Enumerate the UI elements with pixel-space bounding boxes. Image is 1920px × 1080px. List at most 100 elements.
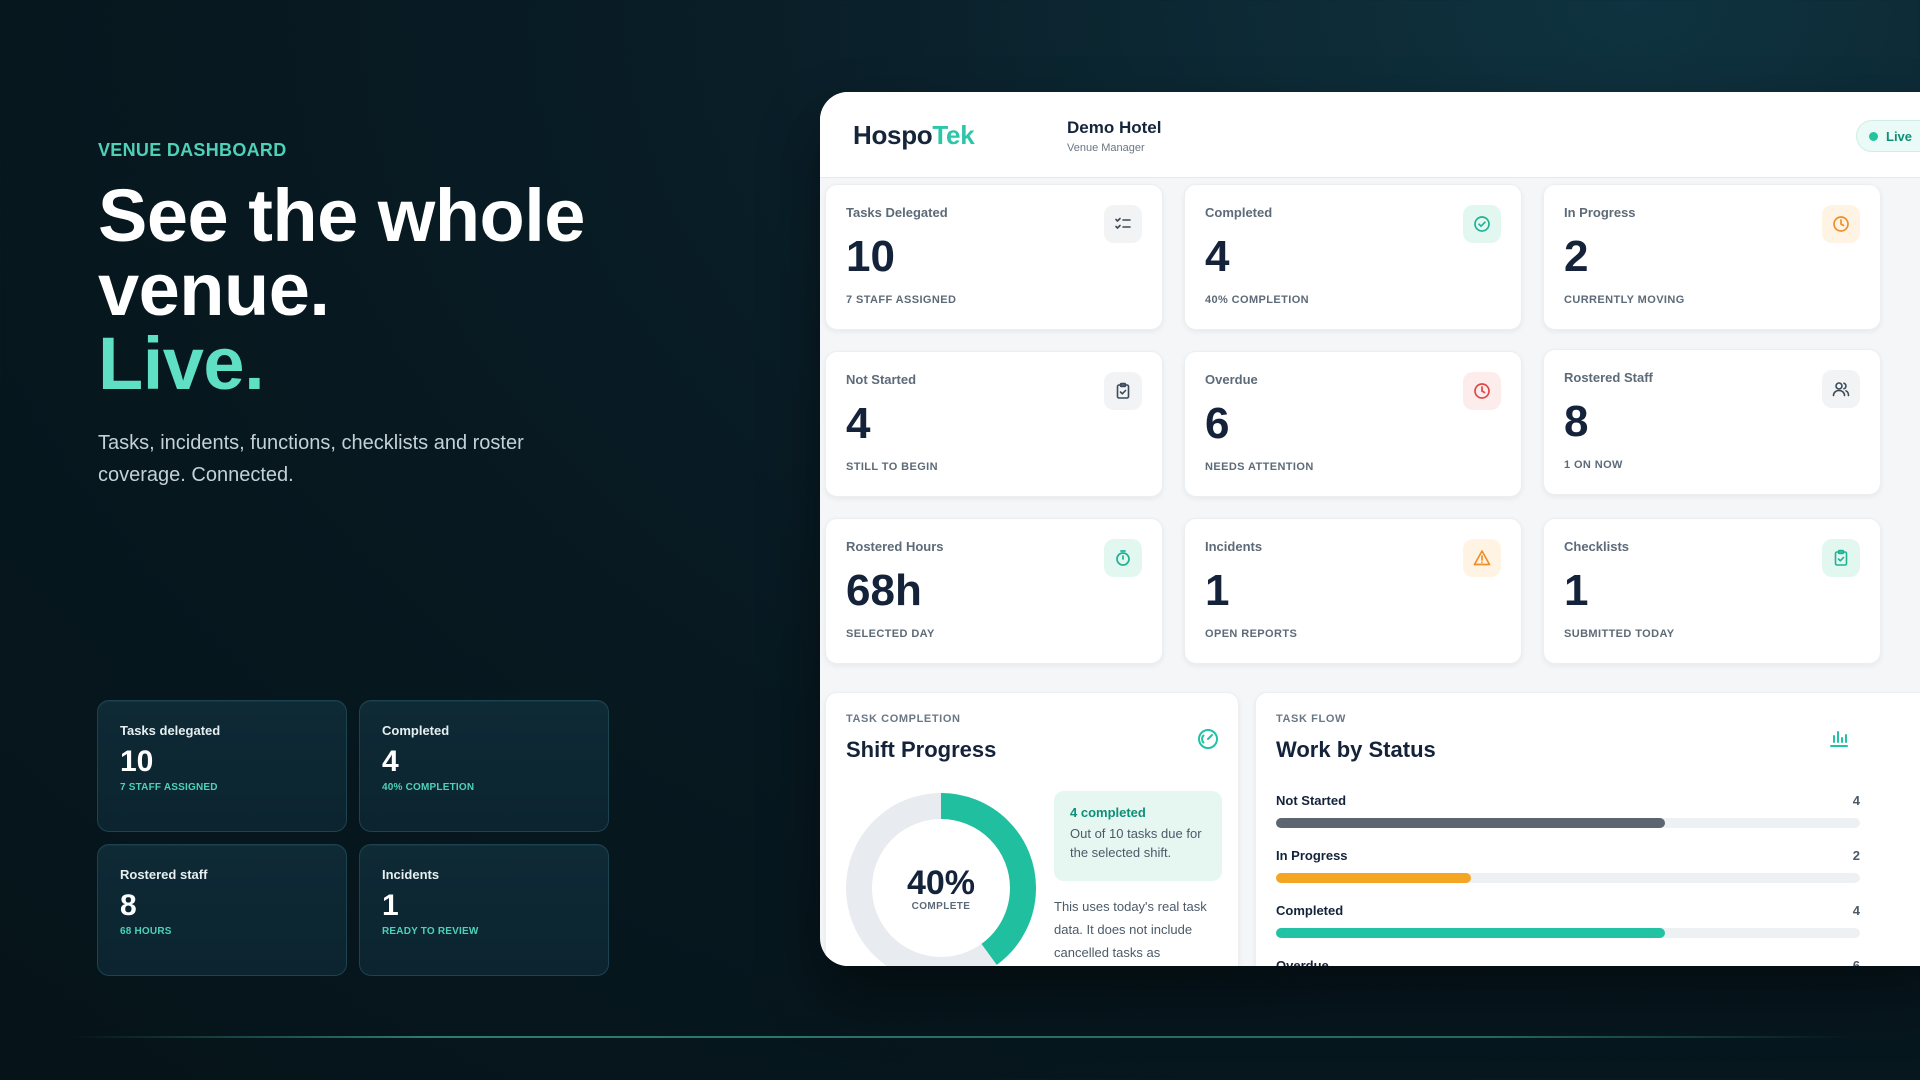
logo-text-hospo: Hospo (853, 120, 933, 150)
status-track (1276, 818, 1860, 828)
status-label: Completed (1276, 903, 1344, 918)
stat-sub: NEEDS ATTENTION (1205, 461, 1314, 473)
mini-card-sub: 7 STAFF ASSIGNED (120, 782, 218, 793)
stat-value: 6 (1205, 399, 1230, 448)
status-bar-fill (1276, 928, 1666, 938)
stat-card-completed[interactable]: Completed 4 40% COMPLETION (1184, 184, 1522, 330)
check-circle-icon (1463, 205, 1501, 243)
stat-sub: CURRENTLY MOVING (1564, 294, 1685, 306)
users-icon (1822, 370, 1860, 408)
mini-card-incidents: Incidents 1 READY TO REVIEW (359, 844, 609, 976)
hero-eyebrow: VENUE DASHBOARD (98, 140, 287, 160)
mini-card-value: 4 (382, 745, 399, 778)
venue-selector[interactable]: Demo Hotel Venue Manager (1067, 118, 1161, 154)
hero: VENUE DASHBOARD See the whole venue. Liv… (98, 140, 658, 491)
stat-value: 8 (1564, 397, 1589, 446)
stat-card-tasks-delegated[interactable]: Tasks Delegated 10 7 STAFF ASSIGNED (825, 184, 1163, 330)
stat-card-checklists[interactable]: Checklists 1 SUBMITTED TODAY (1543, 518, 1881, 664)
card-title: Work by Status (1276, 737, 1436, 762)
mini-stat-grid: Tasks delegated 10 7 STAFF ASSIGNED Comp… (97, 700, 609, 976)
stat-sub: OPEN REPORTS (1205, 628, 1298, 640)
stat-value: 4 (846, 399, 871, 448)
status-row-in-progress[interactable]: In Progress 2 (1276, 848, 1860, 883)
stat-value: 4 (1205, 232, 1230, 281)
status-label: Not Started (1276, 793, 1347, 808)
stat-value: 68h (846, 566, 922, 615)
mini-card-tasks-delegated: Tasks delegated 10 7 STAFF ASSIGNED (97, 700, 347, 832)
headline-accent: Live. (98, 322, 265, 405)
completed-callout: 4 completed Out of 10 tasks due for the … (1054, 791, 1222, 881)
stat-sub: SELECTED DAY (846, 628, 935, 640)
status-track (1276, 873, 1860, 883)
stat-value: 1 (1205, 566, 1230, 615)
status-bar-fill (1276, 873, 1471, 883)
gauge-icon (1196, 727, 1220, 756)
live-label: Live (1886, 128, 1913, 144)
donut-percent: 40% (906, 863, 976, 902)
stat-sub: SUBMITTED TODAY (1564, 628, 1675, 640)
mini-card-value: 10 (120, 745, 154, 778)
hero-subtext: Tasks, incidents, functions, checklists … (98, 432, 524, 486)
status-count: 6 (1852, 958, 1860, 966)
stat-sub: STILL TO BEGIN (846, 461, 938, 473)
shift-note: This uses today's real task data. It doe… (1054, 899, 1207, 960)
hospotek-logo[interactable]: HospoTek (853, 120, 975, 151)
stat-value: 2 (1564, 232, 1589, 281)
work-by-status-card[interactable]: TASK FLOW Work by Status Not Started 4 I… (1255, 692, 1920, 966)
stat-card-overdue[interactable]: Overdue 6 NEEDS ATTENTION (1184, 351, 1522, 497)
stat-label: Checklists (1564, 539, 1630, 554)
status-track (1276, 928, 1860, 938)
stat-sub: 7 STAFF ASSIGNED (846, 294, 957, 306)
donut-center: 40% COMPLETE (846, 793, 1036, 966)
stat-label: Rostered Staff (1564, 370, 1653, 385)
stat-card-rostered-staff[interactable]: Rostered Staff 8 1 ON NOW (1543, 349, 1881, 495)
stat-value: 10 (846, 232, 895, 281)
bar-chart-icon (1828, 727, 1850, 754)
stat-label: Incidents (1205, 539, 1263, 554)
alarm-icon (1463, 372, 1501, 410)
stat-label: Rostered Hours (846, 539, 944, 554)
warning-icon (1463, 539, 1501, 577)
mini-card-value: 1 (382, 889, 399, 922)
bottom-divider (72, 1036, 1852, 1038)
clock-icon (1822, 205, 1860, 243)
stat-card-rostered-hours[interactable]: Rostered Hours 68h SELECTED DAY (825, 518, 1163, 664)
mini-card-label: Tasks delegated (120, 723, 221, 738)
stat-label: Completed (1205, 205, 1273, 220)
mini-card-sub: READY TO REVIEW (382, 926, 479, 937)
mini-card-sub: 40% COMPLETION (382, 782, 475, 793)
callout-title: 4 completed (1070, 805, 1146, 820)
stat-label: Overdue (1205, 372, 1258, 387)
stat-sub: 1 ON NOW (1564, 459, 1623, 471)
clipboard-icon (1104, 372, 1142, 410)
status-count: 4 (1852, 793, 1860, 808)
status-row-not-started[interactable]: Not Started 4 (1276, 793, 1860, 828)
stat-label: In Progress (1564, 205, 1636, 220)
stopwatch-icon (1104, 539, 1142, 577)
status-count: 4 (1852, 903, 1860, 918)
status-row-overdue[interactable]: Overdue 6 (1276, 958, 1860, 966)
stat-label: Not Started (846, 372, 917, 387)
shift-progress-card[interactable]: TASK COMPLETION Shift Progress 40% COMPL… (825, 692, 1239, 966)
live-status-badge[interactable]: Live (1856, 120, 1920, 152)
card-eyebrow: TASK COMPLETION (846, 713, 961, 725)
card-title: Shift Progress (846, 737, 997, 762)
stat-card-not-started[interactable]: Not Started 4 STILL TO BEGIN (825, 351, 1163, 497)
clipboard-check-icon (1822, 539, 1860, 577)
status-row-completed[interactable]: Completed 4 (1276, 903, 1860, 938)
mini-card-label: Incidents (382, 867, 440, 882)
hero-headline: See the whole venue. Live. (98, 179, 658, 401)
stat-card-in-progress[interactable]: In Progress 2 CURRENTLY MOVING (1543, 184, 1881, 330)
mini-card-label: Completed (382, 723, 450, 738)
stat-card-incidents[interactable]: Incidents 1 OPEN REPORTS (1184, 518, 1522, 664)
stat-value: 1 (1564, 566, 1589, 615)
mini-card-label: Rostered staff (120, 867, 208, 882)
venue-role: Venue Manager (1067, 142, 1145, 154)
headline-line-1: See the whole (98, 174, 585, 257)
venue-name: Demo Hotel (1067, 118, 1162, 137)
live-dot-icon (1869, 131, 1878, 141)
stat-sub: 40% COMPLETION (1205, 294, 1310, 306)
mini-card-rostered-staff: Rostered staff 8 68 HOURS (97, 844, 347, 976)
status-count: 2 (1852, 848, 1860, 863)
status-label: Overdue (1276, 958, 1329, 966)
